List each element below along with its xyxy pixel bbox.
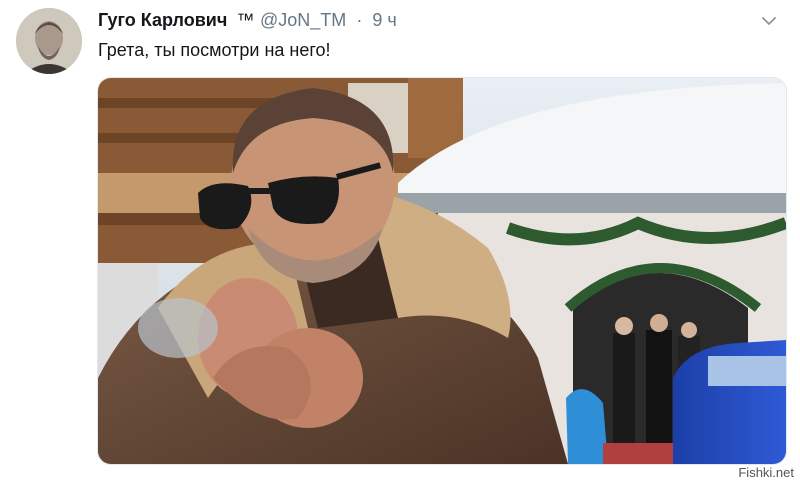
chevron-down-icon — [762, 16, 776, 25]
avatar[interactable] — [16, 8, 82, 74]
tweet-time[interactable]: 9 ч — [372, 10, 396, 30]
tweet-menu-button[interactable] — [758, 10, 780, 32]
watermark: Fishki.net — [738, 465, 794, 480]
tweet-header: Гуго Карлович ™ @JoN_TM · 9 ч — [98, 10, 780, 34]
author-name[interactable]: Гуго Карлович ™ — [98, 10, 254, 31]
photo-image — [98, 78, 786, 464]
tweet-text: Грета, ты посмотри на него! — [98, 40, 331, 60]
meta-separator: · — [356, 10, 363, 30]
tweet-meta: @JoN_TM · 9 ч — [260, 10, 402, 31]
author-handle[interactable]: @JoN_TM — [260, 10, 346, 30]
tweet-card: Гуго Карлович ™ @JoN_TM · 9 ч Грета, ты … — [0, 0, 800, 484]
author-name-text: Гуго Карлович — [98, 10, 228, 30]
author-portrait-icon — [16, 8, 82, 74]
author-badge: ™ — [236, 10, 255, 30]
tweet-photo[interactable] — [97, 77, 787, 465]
